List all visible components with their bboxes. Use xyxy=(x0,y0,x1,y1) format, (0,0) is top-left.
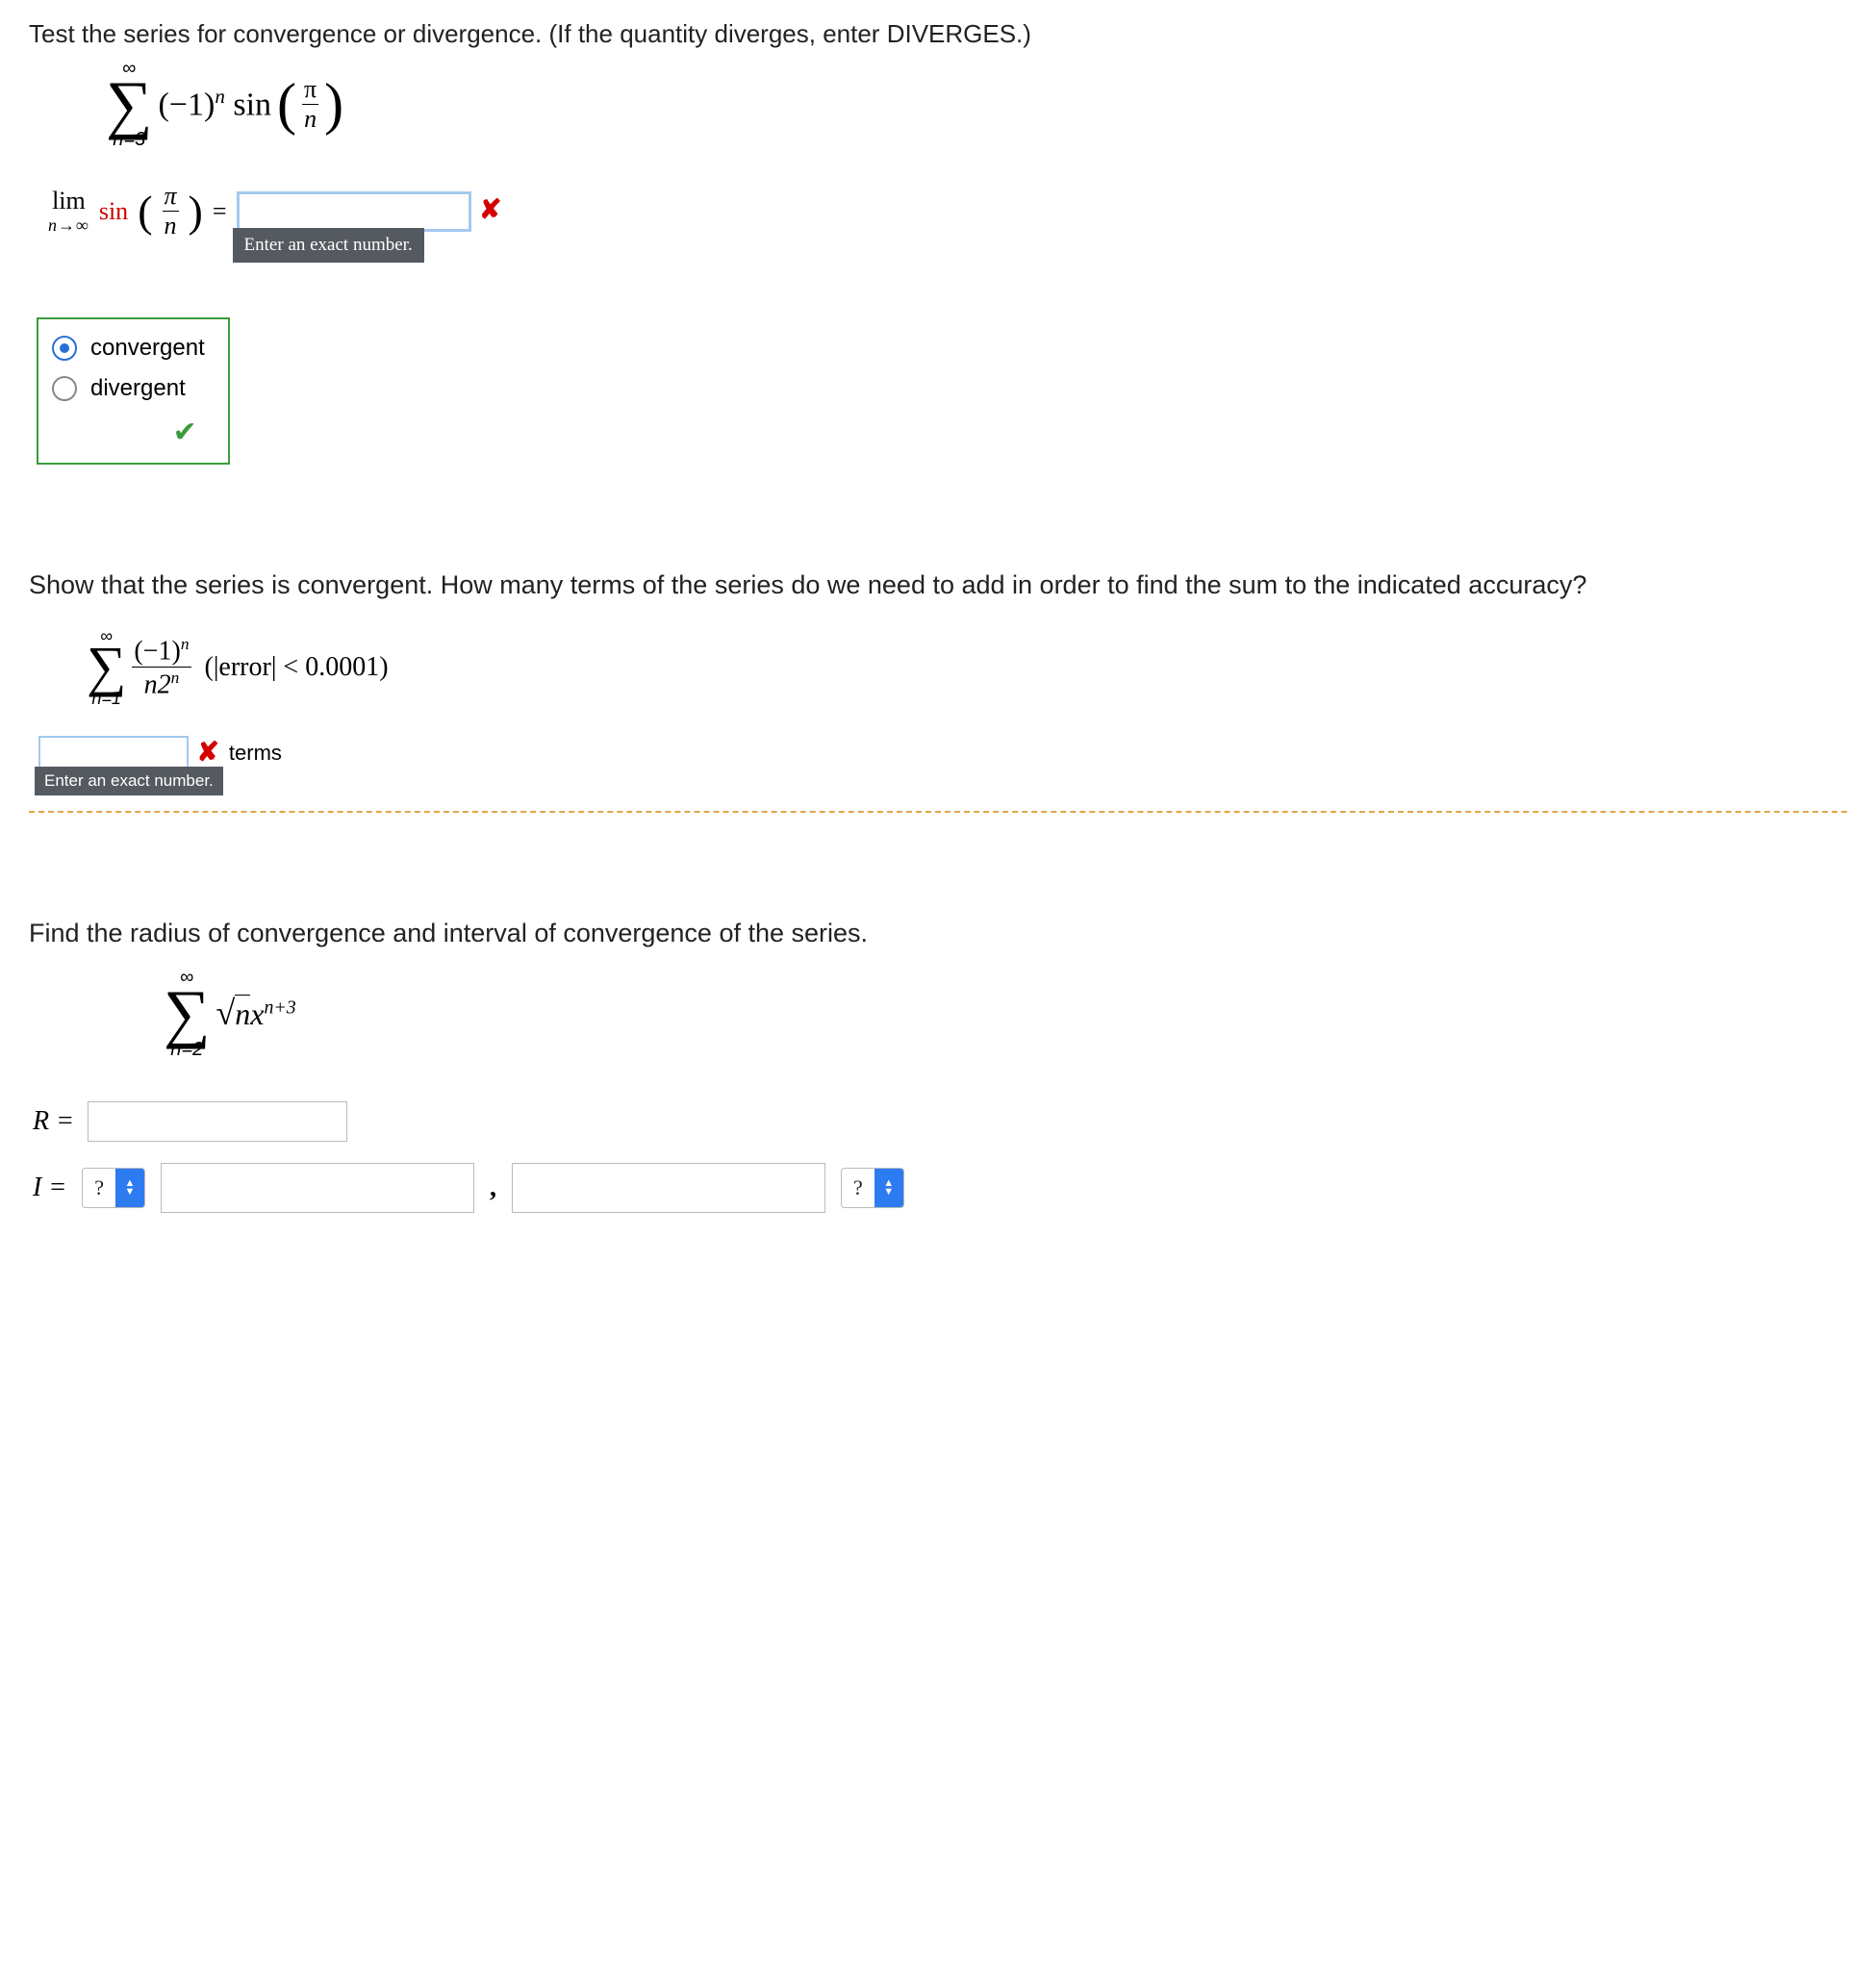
chevron-updown-icon: ▲▼ xyxy=(875,1169,903,1207)
q1-tooltip: Enter an exact number. xyxy=(233,228,424,263)
question-2: Show that the series is convergent. How … xyxy=(29,570,1847,813)
q3-R-input[interactable] xyxy=(88,1101,347,1142)
q1-series: ∞ ∑ n=3 (−1)n sin ( πn ) xyxy=(106,59,1847,149)
correct-check-icon: ✔ xyxy=(52,416,197,449)
q1-limit-row: lim n→∞ sin ( πn ) = ✘ Enter an exact nu… xyxy=(48,184,1847,239)
q1-limit-input-wrap: ✘ Enter an exact number. xyxy=(237,191,502,232)
fraction-term: (−1)n n2n xyxy=(132,636,190,699)
q3-R-row: R = xyxy=(33,1101,1847,1142)
q3-series: ∞ ∑ n=2 √nxn+3 xyxy=(164,968,1847,1058)
section-divider xyxy=(29,811,1847,813)
wrong-icon: ✘ xyxy=(479,194,501,224)
summation-symbol: ∞ ∑ n=3 xyxy=(106,59,152,149)
fraction-pi-n: πn xyxy=(302,77,318,132)
q3-right-bracket-select[interactable]: ? ▲▼ xyxy=(841,1168,904,1208)
q3-left-bracket-select[interactable]: ? ▲▼ xyxy=(82,1168,145,1208)
q3-prompt: Find the radius of convergence and inter… xyxy=(29,919,1847,948)
q3-interval-left-input[interactable] xyxy=(161,1163,474,1213)
question-1: Test the series for convergence or diver… xyxy=(29,19,1847,465)
radio-convergent[interactable]: convergent xyxy=(52,335,205,362)
error-condition: (|error| < 0.0001) xyxy=(205,652,389,683)
terms-label: terms xyxy=(229,741,282,766)
limit-label: lim n→∞ xyxy=(48,187,89,236)
radio-off-icon xyxy=(52,376,77,401)
q1-prompt: Test the series for convergence or diver… xyxy=(29,19,1847,49)
q2-prompt: Show that the series is convergent. How … xyxy=(29,570,1847,600)
sin-label: sin xyxy=(99,197,128,226)
q1-limit-input[interactable] xyxy=(237,191,471,232)
summation-symbol: ∞ ∑ n=1 xyxy=(87,627,126,706)
q3-I-row: I = ? ▲▼ , ? ▲▼ xyxy=(33,1163,1847,1213)
radio-on-icon xyxy=(52,336,77,361)
radio-divergent[interactable]: divergent xyxy=(52,375,205,402)
q1-radio-group: convergent divergent ✔ xyxy=(37,317,230,465)
q2-terms-row: ✘ Enter an exact number. terms xyxy=(38,734,1847,773)
summation-symbol: ∞ ∑ n=2 xyxy=(164,968,210,1058)
q3-interval-right-input[interactable] xyxy=(512,1163,825,1213)
q2-series: ∞ ∑ n=1 (−1)n n2n (|error| < 0.0001) xyxy=(87,627,1847,706)
I-label: I = xyxy=(33,1173,66,1203)
question-3: Find the radius of convergence and inter… xyxy=(29,919,1847,1212)
chevron-updown-icon: ▲▼ xyxy=(115,1169,144,1207)
wrong-icon: ✘ xyxy=(196,737,218,767)
q2-tooltip: Enter an exact number. xyxy=(35,767,223,795)
R-label: R = xyxy=(33,1106,74,1137)
